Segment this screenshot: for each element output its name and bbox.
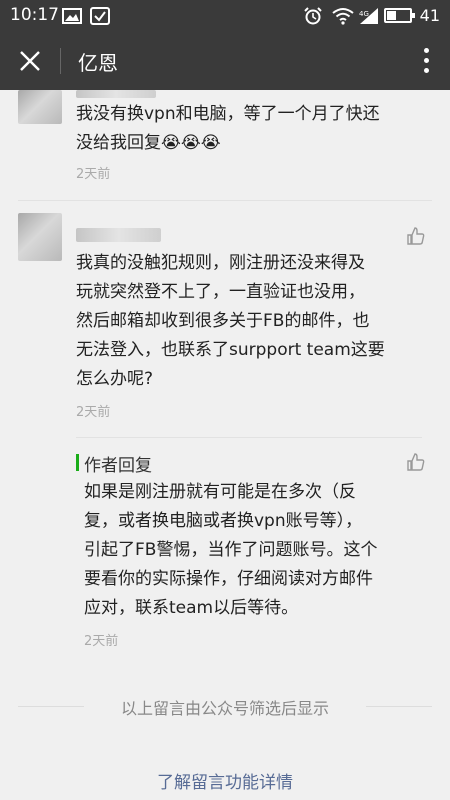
footer-note: 以上留言由公众号筛选后显示 xyxy=(120,699,329,718)
check-icon xyxy=(90,7,110,25)
avatar xyxy=(18,213,62,261)
header-divider xyxy=(60,48,61,74)
divider xyxy=(18,200,432,201)
app-header: 亿恩 xyxy=(0,32,450,90)
battery-fill xyxy=(387,11,397,20)
like-icon[interactable] xyxy=(406,226,426,246)
battery-icon xyxy=(384,8,415,23)
avatar xyxy=(18,90,62,124)
comment-time: 2天前 xyxy=(76,405,111,420)
nickname-blurred xyxy=(76,90,156,98)
battery-level: 41 xyxy=(419,6,440,25)
comment-time: 2天前 xyxy=(76,167,111,182)
alarm-icon xyxy=(304,7,322,25)
author-reply-label: 作者回复 xyxy=(84,456,152,476)
signal-icon: 4G xyxy=(359,8,378,24)
comment-feature-link[interactable]: 了解留言功能详情 xyxy=(0,768,450,793)
nickname-blurred xyxy=(76,228,161,242)
like-icon[interactable] xyxy=(406,452,426,472)
status-time: 10:17 xyxy=(10,5,59,25)
wifi-icon xyxy=(332,8,354,25)
status-bar: 10:17 4G 41 xyxy=(0,0,450,32)
signal-label: 4G xyxy=(359,10,369,18)
reply-accent-bar xyxy=(76,454,79,471)
author-reply-text: 如果是刚注册就有可能是在多次（反 复，或者换电脑或者换vpn账号等）， 引起了F… xyxy=(84,482,378,618)
reply-time: 2天前 xyxy=(84,634,119,649)
comment-text: 我没有换vpn和电脑，等了一个月了快还 没给我回复😭😭😭 xyxy=(76,104,380,153)
close-icon[interactable] xyxy=(18,49,42,73)
image-icon xyxy=(62,8,82,24)
divider xyxy=(76,437,422,438)
comment-text: 我真的没触犯规则，刚注册还没来得及 玩就突然登不上了，一直验证也没用， 然后邮箱… xyxy=(76,253,385,389)
comments-section: 我没有换vpn和电脑，等了一个月了快还 没给我回复😭😭😭 2天前 我真的没触犯规… xyxy=(0,90,450,800)
more-icon[interactable] xyxy=(422,48,430,76)
page-title: 亿恩 xyxy=(78,51,118,75)
